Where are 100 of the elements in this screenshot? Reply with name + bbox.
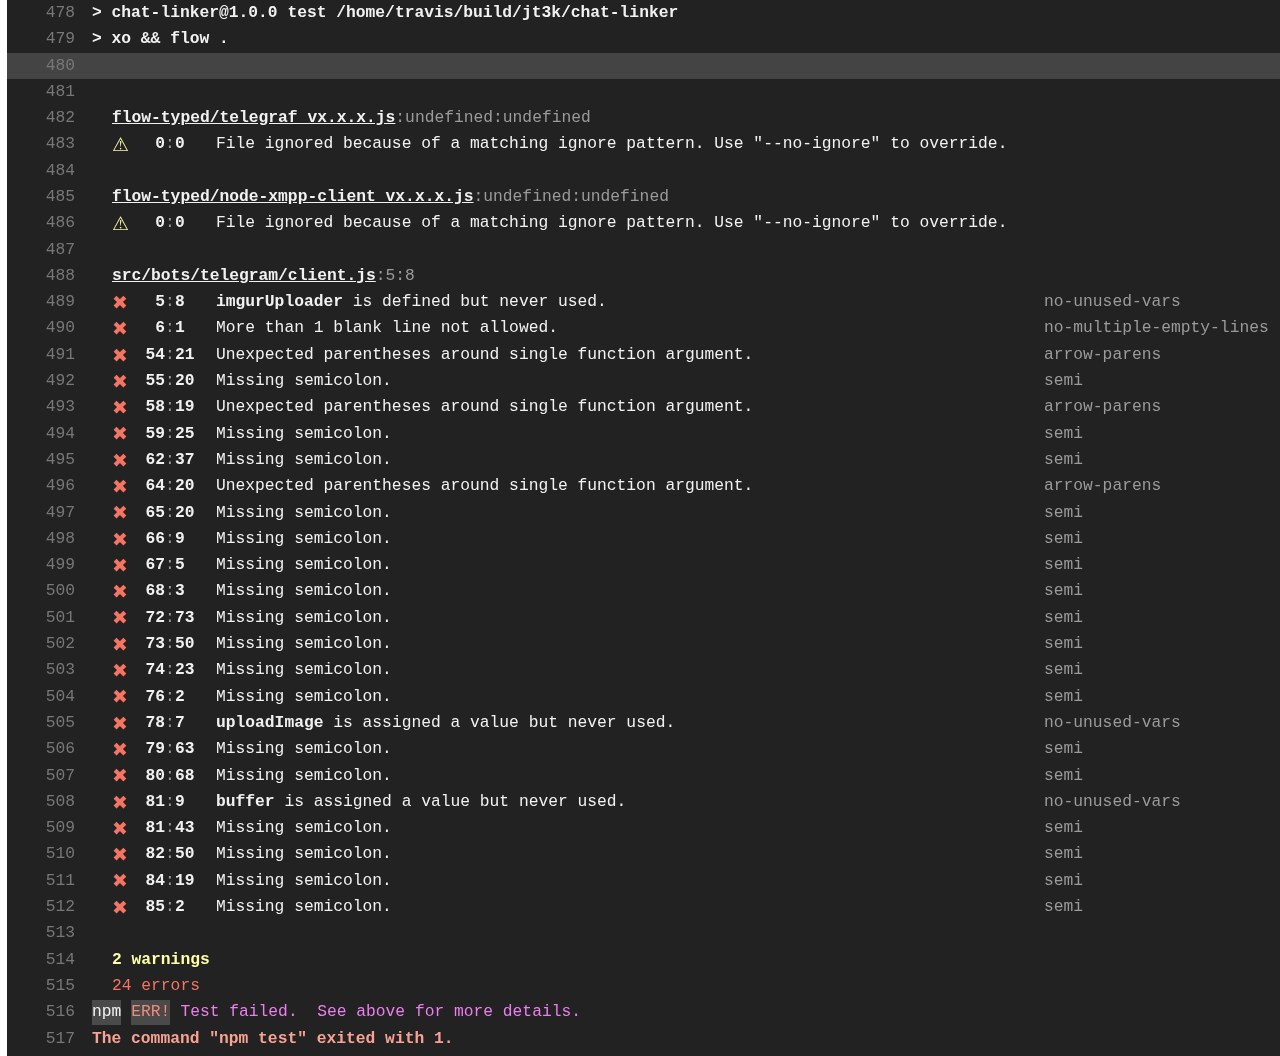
position-colon: :	[165, 633, 175, 656]
line-number[interactable]: 512	[45, 895, 75, 920]
line-number[interactable]: 482	[45, 106, 75, 131]
error-icon: ✖	[112, 582, 128, 602]
file-path: src/bots/telegram/client.js	[112, 265, 376, 285]
line-number[interactable]: 489	[45, 290, 75, 315]
line-number[interactable]: 506	[45, 737, 75, 762]
rule-name: semi	[1044, 448, 1084, 471]
warning-icon: ⚠	[112, 214, 130, 233]
error-icon: ✖	[112, 529, 128, 549]
line-number[interactable]: 505	[45, 710, 75, 736]
exit-message: The command "npm test" exited with 1.	[92, 1027, 454, 1050]
line-position: 80	[145, 764, 165, 787]
warning-icon: ⚠	[112, 135, 130, 155]
position-colon: :	[165, 343, 175, 366]
position-colon: :	[165, 133, 175, 156]
rule-name: no-unused-vars	[1044, 711, 1181, 734]
error-icon: ✖	[112, 345, 128, 365]
line-number[interactable]: 497	[45, 500, 75, 525]
column-position: 20	[175, 475, 195, 498]
rule-name: arrow-parens	[1044, 475, 1162, 498]
position-colon: :	[165, 606, 175, 629]
line-number[interactable]: 498	[45, 526, 75, 552]
line-number[interactable]: 496	[45, 474, 75, 499]
line-number[interactable]: 510	[45, 842, 75, 867]
line-number[interactable]: 483	[45, 132, 75, 157]
line-number[interactable]: 502	[45, 632, 75, 657]
line-number[interactable]: 491	[45, 342, 75, 368]
line-number[interactable]: 513	[45, 921, 75, 946]
line-number[interactable]: 479	[45, 27, 75, 52]
rule-name: no-unused-vars	[1044, 790, 1181, 813]
rule-name: semi	[1044, 580, 1084, 603]
message-text: Missing semicolon.	[216, 580, 392, 603]
message-text: Missing semicolon.	[216, 554, 392, 577]
message-text: Missing semicolon.	[216, 448, 392, 471]
error-icon: ✖	[112, 398, 128, 418]
column-position: 23	[175, 659, 195, 682]
line-position: 65	[145, 501, 165, 524]
npm-error-message: Test failed. See above for more details.	[180, 1001, 581, 1024]
line-number[interactable]: 508	[45, 789, 75, 815]
line-position: 81	[145, 817, 165, 840]
line-number[interactable]: 511	[45, 868, 75, 894]
column-position: 8	[175, 291, 185, 314]
column-position: 9	[175, 790, 185, 813]
column-position: 50	[175, 633, 195, 656]
line-number[interactable]: 481	[45, 79, 75, 105]
line-number[interactable]: 494	[45, 421, 75, 447]
message-text: Missing semicolon.	[216, 659, 392, 682]
message-text: buffer is assigned a value but never used.	[216, 790, 627, 813]
position-colon: :	[165, 370, 175, 393]
line-number[interactable]: 516	[45, 1000, 75, 1025]
line-number[interactable]: 514	[45, 947, 75, 973]
message-text: Missing semicolon.	[216, 764, 392, 787]
rule-name: semi	[1044, 370, 1084, 393]
file-path: flow-typed/telegraf_vx.x.x.js	[112, 108, 396, 128]
line-number[interactable]: 490	[45, 316, 75, 341]
line-position: 85	[145, 896, 165, 918]
line-number[interactable]: 515	[45, 973, 75, 999]
message-text: uploadImage is assigned a value but never used.	[216, 711, 676, 734]
line-position: 73	[145, 633, 165, 656]
line-position: 62	[145, 448, 165, 471]
line-number[interactable]: 509	[45, 816, 75, 841]
line-number[interactable]: 492	[45, 369, 75, 394]
position-colon: :	[165, 711, 175, 734]
line-number[interactable]: 486	[45, 211, 75, 236]
rule-name: semi	[1044, 501, 1084, 524]
line-number[interactable]: 504	[45, 684, 75, 710]
column-position: 2	[175, 685, 185, 708]
line-position: 55	[145, 370, 165, 393]
line-number[interactable]: 499	[45, 553, 75, 578]
position-colon: :	[165, 869, 175, 892]
error-icon: ✖	[112, 319, 128, 339]
column-position: 0	[175, 133, 185, 156]
rule-name: no-unused-vars	[1044, 291, 1181, 314]
line-number[interactable]: 501	[45, 605, 75, 631]
line-number[interactable]: 507	[45, 763, 75, 788]
message-text: Missing semicolon.	[216, 606, 392, 629]
position-colon: :	[165, 554, 175, 577]
position-colon: :	[165, 580, 175, 603]
line-number[interactable]: 488	[45, 263, 75, 289]
error-icon: ✖	[112, 634, 128, 654]
error-icon: ✖	[112, 818, 128, 838]
rule-name: semi	[1044, 606, 1084, 629]
line-number[interactable]: 487	[45, 237, 75, 263]
line-number[interactable]: 517	[45, 1026, 75, 1051]
column-position: 7	[175, 711, 185, 734]
line-number[interactable]: 478	[45, 0, 75, 26]
error-icon: ✖	[112, 871, 128, 891]
line-number[interactable]: 485	[45, 185, 75, 210]
column-position: 19	[175, 869, 195, 892]
error-icon: ✖	[112, 477, 128, 496]
line-number[interactable]: 493	[45, 395, 75, 420]
position-colon: :	[165, 317, 175, 340]
position-colon: :	[165, 738, 175, 761]
line-number[interactable]: 500	[45, 579, 75, 604]
rule-name: semi	[1044, 659, 1084, 682]
line-number[interactable]: 484	[45, 158, 75, 184]
line-number[interactable]: 495	[45, 447, 75, 473]
line-number[interactable]: 503	[45, 658, 75, 683]
position-colon: :	[165, 659, 175, 682]
